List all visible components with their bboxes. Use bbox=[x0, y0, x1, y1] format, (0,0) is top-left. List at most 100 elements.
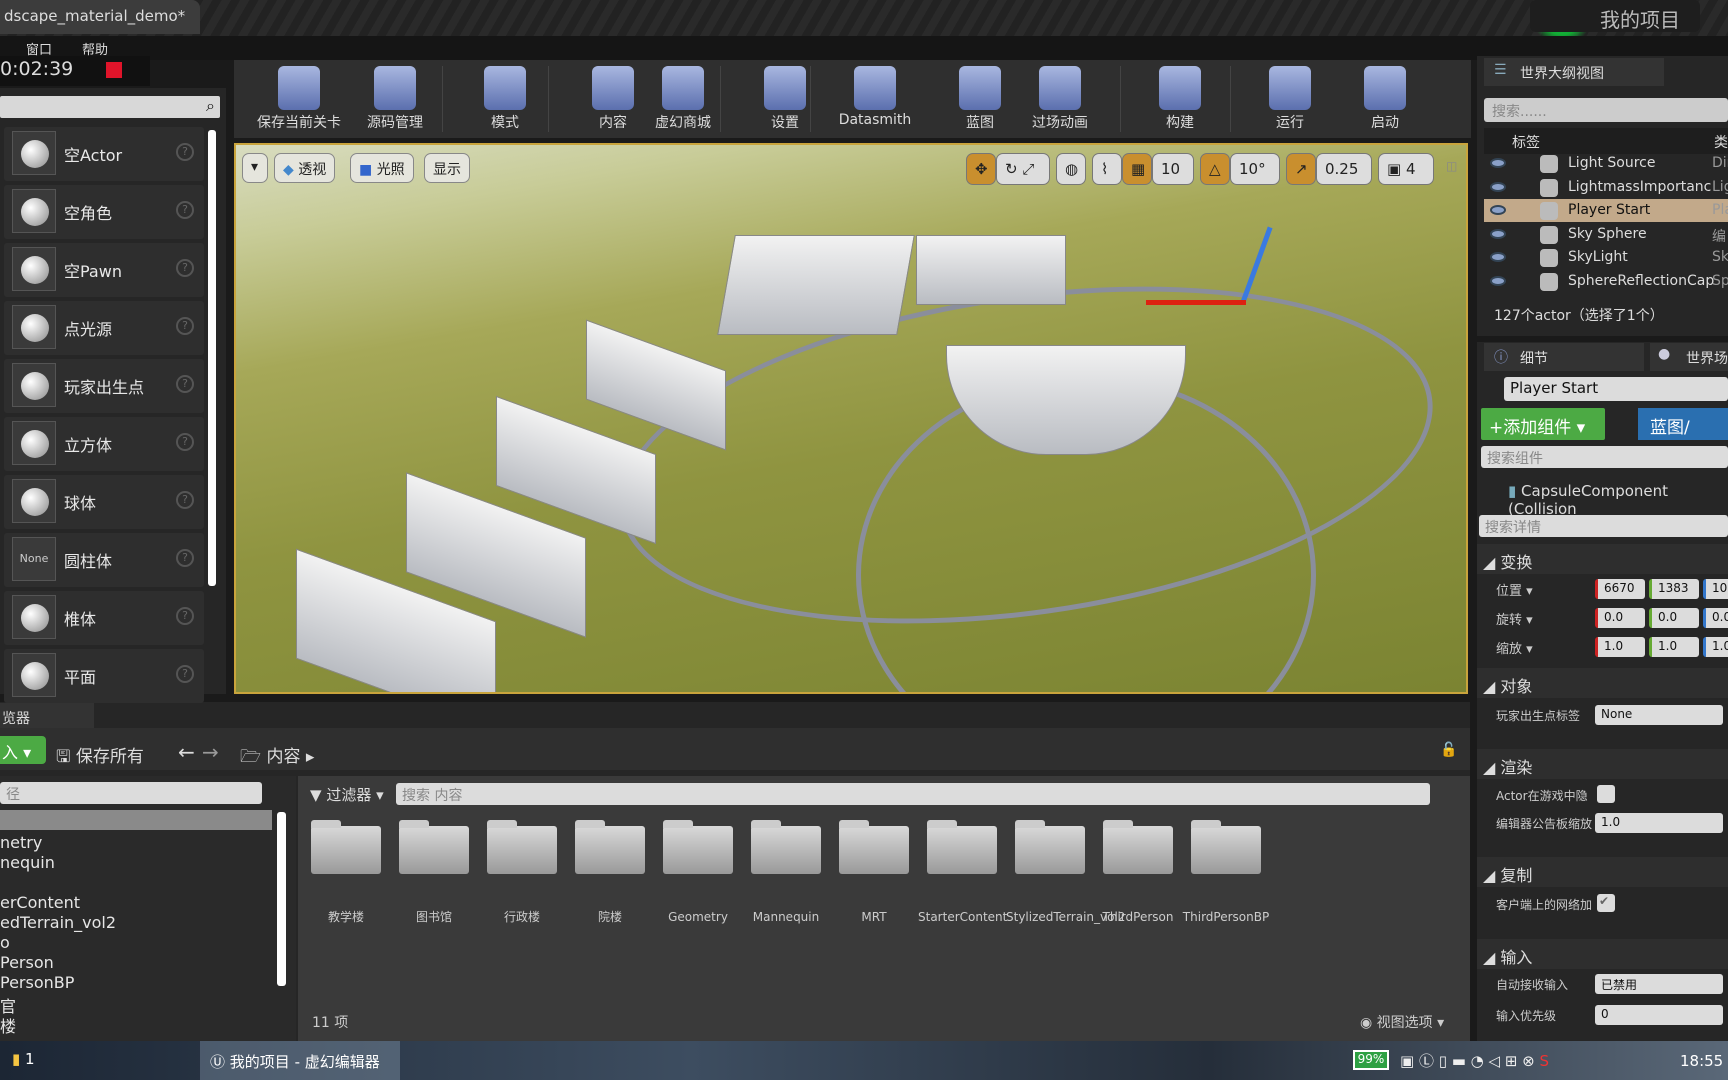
surface-snap[interactable]: ⌇ bbox=[1092, 153, 1122, 185]
add-component-button[interactable]: +添加组件 ▾ bbox=[1481, 408, 1605, 440]
folder-icon[interactable] bbox=[1015, 820, 1085, 874]
scale-snap-icon[interactable]: ↗ bbox=[1286, 153, 1316, 185]
place-item[interactable]: 球体? bbox=[4, 475, 204, 529]
tree-folder[interactable]: edTerrain_vol2 bbox=[0, 913, 116, 932]
folder-icon[interactable] bbox=[311, 820, 381, 874]
help-icon[interactable]: ? bbox=[176, 317, 194, 335]
folder-icon[interactable] bbox=[927, 820, 997, 874]
section-input[interactable]: ◢ 输入 bbox=[1477, 939, 1728, 969]
folder-label[interactable]: 教学楼 bbox=[302, 910, 390, 925]
location-label[interactable]: 位置 ▾ bbox=[1496, 580, 1533, 599]
visibility-eye-icon[interactable] bbox=[1490, 275, 1506, 286]
stop-record-button[interactable] bbox=[106, 62, 122, 78]
location-x-field[interactable]: 6670 bbox=[1595, 579, 1645, 599]
level-viewport[interactable]: ▾ ◆ 透视 ■ 光照 显示 ✥ ↻ ⤢ ◍ ⌇ ▦ 10 △ 10° ↗ 0.… bbox=[234, 143, 1468, 694]
tray-icons[interactable]: ▣ Ⓛ ▯ ▬ ◔ ◁ ⊞ ⊗ S bbox=[1400, 1050, 1549, 1071]
grid-snap-value[interactable]: 10 bbox=[1152, 153, 1194, 185]
tab-content-browser[interactable]: 览器 bbox=[0, 703, 94, 731]
folder-label[interactable]: MRT bbox=[830, 910, 918, 925]
tree-folder[interactable]: netry bbox=[0, 833, 42, 852]
back-button[interactable]: ← bbox=[178, 740, 195, 764]
help-icon[interactable]: ? bbox=[176, 433, 194, 451]
net-load-checkbox[interactable]: ✔ bbox=[1597, 894, 1615, 912]
location-z-field[interactable]: 101 bbox=[1703, 579, 1728, 599]
grid-snap-icon[interactable]: ▦ bbox=[1122, 153, 1152, 185]
folder-label[interactable]: Mannequin bbox=[742, 910, 830, 925]
viewport-options-button[interactable]: ▾ bbox=[242, 153, 268, 183]
auto-receive-input-field[interactable]: 已禁用 bbox=[1595, 974, 1723, 994]
visibility-eye-icon[interactable] bbox=[1490, 205, 1506, 215]
folder-label[interactable]: StarterContent bbox=[918, 910, 1007, 925]
gizmo-z-axis[interactable] bbox=[1240, 226, 1273, 304]
blueprint-button[interactable]: 蓝图/ bbox=[1638, 408, 1728, 440]
path-breadcrumb[interactable]: 🗁 内容 ▸ bbox=[240, 742, 314, 773]
outliner-row[interactable]: Sky Sphere 编 bbox=[1484, 223, 1728, 246]
perspective-button[interactable]: ◆ 透视 bbox=[274, 153, 336, 183]
folder-label[interactable]: 图书馆 bbox=[390, 910, 478, 925]
visibility-eye-icon[interactable] bbox=[1490, 158, 1506, 168]
section-object[interactable]: ◢ 对象 bbox=[1477, 668, 1728, 698]
translate-tool[interactable]: ✥ bbox=[966, 153, 996, 185]
folder-icon[interactable] bbox=[663, 820, 733, 874]
rotation-x-field[interactable]: 0.0 bbox=[1595, 608, 1645, 628]
help-icon[interactable]: ? bbox=[176, 201, 194, 219]
search-components-input[interactable]: 搜索组件 bbox=[1481, 446, 1728, 468]
toolbar-button[interactable]: 运行 bbox=[1245, 60, 1335, 138]
tree-folder[interactable]: Person bbox=[0, 953, 54, 972]
lighting-button[interactable]: ■ 光照 bbox=[350, 153, 414, 183]
save-all-button[interactable]: 🖫 保存所有 bbox=[56, 742, 144, 773]
view-options-button[interactable]: ◉ 视图选项 ▾ bbox=[1360, 1012, 1444, 1032]
toolbar-button[interactable]: 设置 bbox=[740, 60, 830, 138]
tree-selected-row[interactable] bbox=[0, 810, 272, 830]
place-scrollbar[interactable] bbox=[208, 130, 216, 586]
visibility-eye-icon[interactable] bbox=[1490, 252, 1506, 262]
player-start-tag-field[interactable]: None bbox=[1595, 705, 1723, 725]
scale-y-field[interactable]: 1.0 bbox=[1649, 637, 1699, 657]
folder-label[interactable]: Geometry bbox=[654, 910, 742, 925]
place-item[interactable]: 点光源? bbox=[4, 301, 204, 355]
rotation-label[interactable]: 旋转 ▾ bbox=[1496, 609, 1533, 628]
toolbar-button[interactable]: 虚幻商城 bbox=[638, 60, 728, 138]
folder-icon[interactable] bbox=[1191, 820, 1261, 874]
outliner-row[interactable]: Player Start Pla bbox=[1484, 199, 1728, 222]
section-replication[interactable]: ◢ 复制 bbox=[1477, 857, 1728, 887]
rotation-z-field[interactable]: 0.0 bbox=[1703, 608, 1728, 628]
toolbar-button[interactable]: 构建 bbox=[1135, 60, 1225, 138]
folder-icon[interactable] bbox=[1103, 820, 1173, 874]
place-item[interactable]: None 圆柱体? bbox=[4, 533, 204, 587]
scale-x-field[interactable]: 1.0 bbox=[1595, 637, 1645, 657]
help-icon[interactable]: ? bbox=[176, 665, 194, 683]
toolbar-button[interactable]: 模式 bbox=[460, 60, 550, 138]
outliner-search-input[interactable]: 搜索...... bbox=[1484, 98, 1728, 122]
toolbar-button[interactable]: 过场动画 bbox=[1015, 60, 1105, 138]
place-search-input[interactable]: ⌕ bbox=[0, 96, 220, 118]
toolbar-button[interactable]: 启动 bbox=[1340, 60, 1430, 138]
rotate-scale-tools[interactable]: ↻ ⤢ bbox=[996, 153, 1050, 185]
forward-button[interactable]: → bbox=[202, 740, 219, 764]
tab-world-outliner[interactable]: ☰ 世界大纲视图 bbox=[1484, 58, 1664, 86]
folder-label[interactable]: ThirdPersonBP bbox=[1182, 910, 1270, 925]
tab-world-settings[interactable]: ● 世界场 bbox=[1650, 343, 1728, 371]
help-icon[interactable]: ? bbox=[176, 607, 194, 625]
document-tab[interactable]: dscape_material_demo* bbox=[0, 0, 200, 34]
path-search-input[interactable]: 径 bbox=[0, 782, 262, 804]
hidden-in-game-checkbox[interactable] bbox=[1597, 785, 1615, 803]
gizmo-x-axis[interactable] bbox=[1146, 300, 1246, 305]
place-item[interactable]: 立方体? bbox=[4, 417, 204, 471]
place-item[interactable]: 椎体? bbox=[4, 591, 204, 645]
folder-icon[interactable] bbox=[751, 820, 821, 874]
rotation-snap-value[interactable]: 10° bbox=[1230, 153, 1280, 185]
column-type[interactable]: 类 bbox=[1714, 132, 1728, 152]
tree-folder[interactable]: 楼 bbox=[0, 1013, 16, 1037]
outliner-row[interactable]: LightmassImportancLig bbox=[1484, 176, 1728, 199]
scale-label[interactable]: 缩放 ▾ bbox=[1496, 638, 1533, 657]
tree-scrollbar[interactable] bbox=[277, 812, 286, 986]
place-item[interactable]: 空Pawn? bbox=[4, 243, 204, 297]
folder-label[interactable]: ThirdPerson bbox=[1094, 910, 1182, 925]
scale-snap-value[interactable]: 0.25 bbox=[1316, 153, 1372, 185]
tree-folder[interactable]: o bbox=[0, 933, 10, 952]
tree-folder[interactable]: nequin bbox=[0, 853, 55, 872]
folder-label[interactable]: 行政楼 bbox=[478, 910, 566, 925]
column-label[interactable]: 标签 bbox=[1512, 132, 1540, 152]
section-render[interactable]: ◢ 渲染 bbox=[1477, 749, 1728, 779]
